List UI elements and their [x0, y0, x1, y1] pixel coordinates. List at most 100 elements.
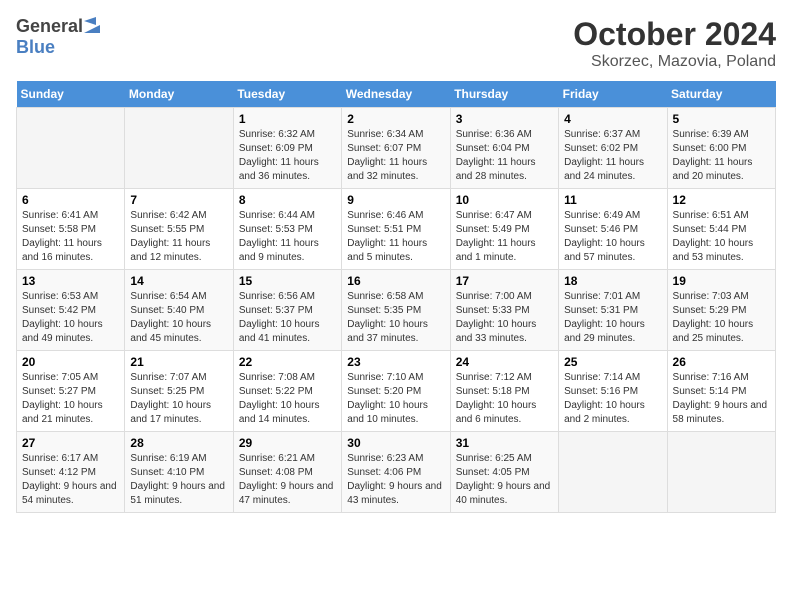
- calendar-cell: 18 Sunrise: 7:01 AM Sunset: 5:31 PM Dayli…: [559, 270, 667, 351]
- day-number: 4: [564, 112, 661, 126]
- day-info: Sunrise: 6:37 AM Sunset: 6:02 PM Dayligh…: [564, 128, 661, 184]
- day-info: Sunrise: 6:56 AM Sunset: 5:37 PM Dayligh…: [239, 290, 336, 346]
- day-info: Sunrise: 6:49 AM Sunset: 5:46 PM Dayligh…: [564, 209, 661, 265]
- day-info: Sunrise: 7:12 AM Sunset: 5:18 PM Dayligh…: [456, 371, 553, 427]
- calendar-cell: 6Sunrise: 6:41 AM Sunset: 5:58 PM Daylig…: [17, 189, 125, 270]
- day-number: 11: [564, 193, 661, 207]
- calendar-cell: 8 Sunrise: 6:44 AM Sunset: 5:53 PM Daylig…: [233, 189, 341, 270]
- calendar-cell: 11 Sunrise: 6:49 AM Sunset: 5:46 PM Dayli…: [559, 189, 667, 270]
- day-info: Sunrise: 7:01 AM Sunset: 5:31 PM Dayligh…: [564, 290, 661, 346]
- calendar-week-row: 13Sunrise: 6:53 AM Sunset: 5:42 PM Dayli…: [17, 270, 776, 351]
- calendar-cell: 9 Sunrise: 6:46 AM Sunset: 5:51 PM Daylig…: [342, 189, 450, 270]
- day-of-week-header: Monday: [125, 81, 233, 108]
- calendar-cell: [559, 432, 667, 513]
- day-info: Sunrise: 6:23 AM Sunset: 4:06 PM Dayligh…: [347, 452, 444, 508]
- calendar-cell: 4 Sunrise: 6:37 AM Sunset: 6:02 PM Daylig…: [559, 108, 667, 189]
- calendar-cell: [667, 432, 775, 513]
- calendar-cell: 14 Sunrise: 6:54 AM Sunset: 5:40 PM Dayli…: [125, 270, 233, 351]
- day-of-week-header: Tuesday: [233, 81, 341, 108]
- day-info: Sunrise: 6:39 AM Sunset: 6:00 PM Dayligh…: [673, 128, 770, 184]
- day-number: 20: [22, 355, 119, 369]
- calendar-cell: 27 Sunrise: 6:17 AM Sunset: 4:12 PM Dayli…: [17, 432, 125, 513]
- calendar-cell: 31 Sunrise: 6:25 AM Sunset: 4:05 PM Dayli…: [450, 432, 558, 513]
- day-info: Sunrise: 6:42 AM Sunset: 5:55 PM Dayligh…: [130, 209, 227, 265]
- day-info: Sunrise: 6:21 AM Sunset: 4:08 PM Dayligh…: [239, 452, 336, 508]
- calendar-cell: 28Sunrise: 6:19 AM Sunset: 4:10 PM Dayli…: [125, 432, 233, 513]
- day-info: Sunrise: 6:32 AM Sunset: 6:09 PM Dayligh…: [239, 128, 336, 184]
- day-info: Sunrise: 6:17 AM Sunset: 4:12 PM Dayligh…: [22, 452, 119, 508]
- calendar-cell: 12Sunrise: 6:51 AM Sunset: 5:44 PM Dayli…: [667, 189, 775, 270]
- day-info: Sunrise: 7:10 AM Sunset: 5:20 PM Dayligh…: [347, 371, 444, 427]
- day-info: Sunrise: 7:16 AM Sunset: 5:14 PM Dayligh…: [673, 371, 770, 427]
- month-title: October 2024: [573, 16, 776, 53]
- day-info: Sunrise: 6:41 AM Sunset: 5:58 PM Dayligh…: [22, 209, 119, 265]
- day-info: Sunrise: 7:14 AM Sunset: 5:16 PM Dayligh…: [564, 371, 661, 427]
- calendar-cell: 16 Sunrise: 6:58 AM Sunset: 5:35 PM Dayli…: [342, 270, 450, 351]
- day-info: Sunrise: 6:44 AM Sunset: 5:53 PM Dayligh…: [239, 209, 336, 265]
- calendar-cell: 10Sunrise: 6:47 AM Sunset: 5:49 PM Dayli…: [450, 189, 558, 270]
- calendar-header-row: SundayMondayTuesdayWednesdayThursdayFrid…: [17, 81, 776, 108]
- day-info: Sunrise: 6:36 AM Sunset: 6:04 PM Dayligh…: [456, 128, 553, 184]
- day-of-week-header: Wednesday: [342, 81, 450, 108]
- day-of-week-header: Friday: [559, 81, 667, 108]
- logo-general: General: [16, 16, 83, 37]
- day-of-week-header: Thursday: [450, 81, 558, 108]
- day-number: 7: [130, 193, 227, 207]
- calendar-cell: 7 Sunrise: 6:42 AM Sunset: 5:55 PM Daylig…: [125, 189, 233, 270]
- day-info: Sunrise: 7:05 AM Sunset: 5:27 PM Dayligh…: [22, 371, 119, 427]
- day-number: 2: [347, 112, 444, 126]
- day-number: 22: [239, 355, 336, 369]
- calendar-cell: 29 Sunrise: 6:21 AM Sunset: 4:08 PM Dayli…: [233, 432, 341, 513]
- day-info: Sunrise: 6:58 AM Sunset: 5:35 PM Dayligh…: [347, 290, 444, 346]
- day-info: Sunrise: 6:54 AM Sunset: 5:40 PM Dayligh…: [130, 290, 227, 346]
- calendar-cell: 20 Sunrise: 7:05 AM Sunset: 5:27 PM Dayli…: [17, 351, 125, 432]
- day-number: 27: [22, 436, 119, 450]
- day-info: Sunrise: 6:25 AM Sunset: 4:05 PM Dayligh…: [456, 452, 553, 508]
- day-number: 16: [347, 274, 444, 288]
- day-number: 3: [456, 112, 553, 126]
- logo-triangle-icon: [84, 17, 100, 33]
- day-number: 26: [673, 355, 770, 369]
- day-number: 23: [347, 355, 444, 369]
- day-number: 30: [347, 436, 444, 450]
- calendar-cell: 21 Sunrise: 7:07 AM Sunset: 5:25 PM Dayli…: [125, 351, 233, 432]
- day-info: Sunrise: 7:00 AM Sunset: 5:33 PM Dayligh…: [456, 290, 553, 346]
- calendar-cell: [17, 108, 125, 189]
- title-area: October 2024 Skorzec, Mazovia, Poland: [573, 16, 776, 71]
- calendar-cell: 3 Sunrise: 6:36 AM Sunset: 6:04 PM Daylig…: [450, 108, 558, 189]
- day-number: 9: [347, 193, 444, 207]
- calendar-cell: 13Sunrise: 6:53 AM Sunset: 5:42 PM Dayli…: [17, 270, 125, 351]
- day-of-week-header: Sunday: [17, 81, 125, 108]
- day-number: 1: [239, 112, 336, 126]
- calendar-cell: 2 Sunrise: 6:34 AM Sunset: 6:07 PM Daylig…: [342, 108, 450, 189]
- day-info: Sunrise: 6:53 AM Sunset: 5:42 PM Dayligh…: [22, 290, 119, 346]
- day-number: 25: [564, 355, 661, 369]
- calendar-cell: 23 Sunrise: 7:10 AM Sunset: 5:20 PM Dayli…: [342, 351, 450, 432]
- calendar-cell: 15 Sunrise: 6:56 AM Sunset: 5:37 PM Dayli…: [233, 270, 341, 351]
- day-number: 5: [673, 112, 770, 126]
- calendar-week-row: 20 Sunrise: 7:05 AM Sunset: 5:27 PM Dayli…: [17, 351, 776, 432]
- day-number: 15: [239, 274, 336, 288]
- day-number: 21: [130, 355, 227, 369]
- calendar-cell: 24Sunrise: 7:12 AM Sunset: 5:18 PM Dayli…: [450, 351, 558, 432]
- day-number: 31: [456, 436, 553, 450]
- calendar-cell: 25 Sunrise: 7:14 AM Sunset: 5:16 PM Dayli…: [559, 351, 667, 432]
- day-number: 8: [239, 193, 336, 207]
- day-info: Sunrise: 6:34 AM Sunset: 6:07 PM Dayligh…: [347, 128, 444, 184]
- day-number: 14: [130, 274, 227, 288]
- calendar-week-row: 27 Sunrise: 6:17 AM Sunset: 4:12 PM Dayli…: [17, 432, 776, 513]
- day-number: 29: [239, 436, 336, 450]
- calendar-cell: 22Sunrise: 7:08 AM Sunset: 5:22 PM Dayli…: [233, 351, 341, 432]
- calendar-week-row: 1 Sunrise: 6:32 AM Sunset: 6:09 PM Daylig…: [17, 108, 776, 189]
- day-info: Sunrise: 7:07 AM Sunset: 5:25 PM Dayligh…: [130, 371, 227, 427]
- day-info: Sunrise: 6:51 AM Sunset: 5:44 PM Dayligh…: [673, 209, 770, 265]
- day-info: Sunrise: 6:46 AM Sunset: 5:51 PM Dayligh…: [347, 209, 444, 265]
- logo-blue: Blue: [16, 37, 55, 57]
- day-number: 18: [564, 274, 661, 288]
- header: General Blue October 2024 Skorzec, Mazov…: [16, 16, 776, 71]
- calendar-cell: 26 Sunrise: 7:16 AM Sunset: 5:14 PM Dayli…: [667, 351, 775, 432]
- calendar-cell: 5 Sunrise: 6:39 AM Sunset: 6:00 PM Daylig…: [667, 108, 775, 189]
- day-of-week-header: Saturday: [667, 81, 775, 108]
- calendar-cell: [125, 108, 233, 189]
- calendar-cell: 30 Sunrise: 6:23 AM Sunset: 4:06 PM Dayli…: [342, 432, 450, 513]
